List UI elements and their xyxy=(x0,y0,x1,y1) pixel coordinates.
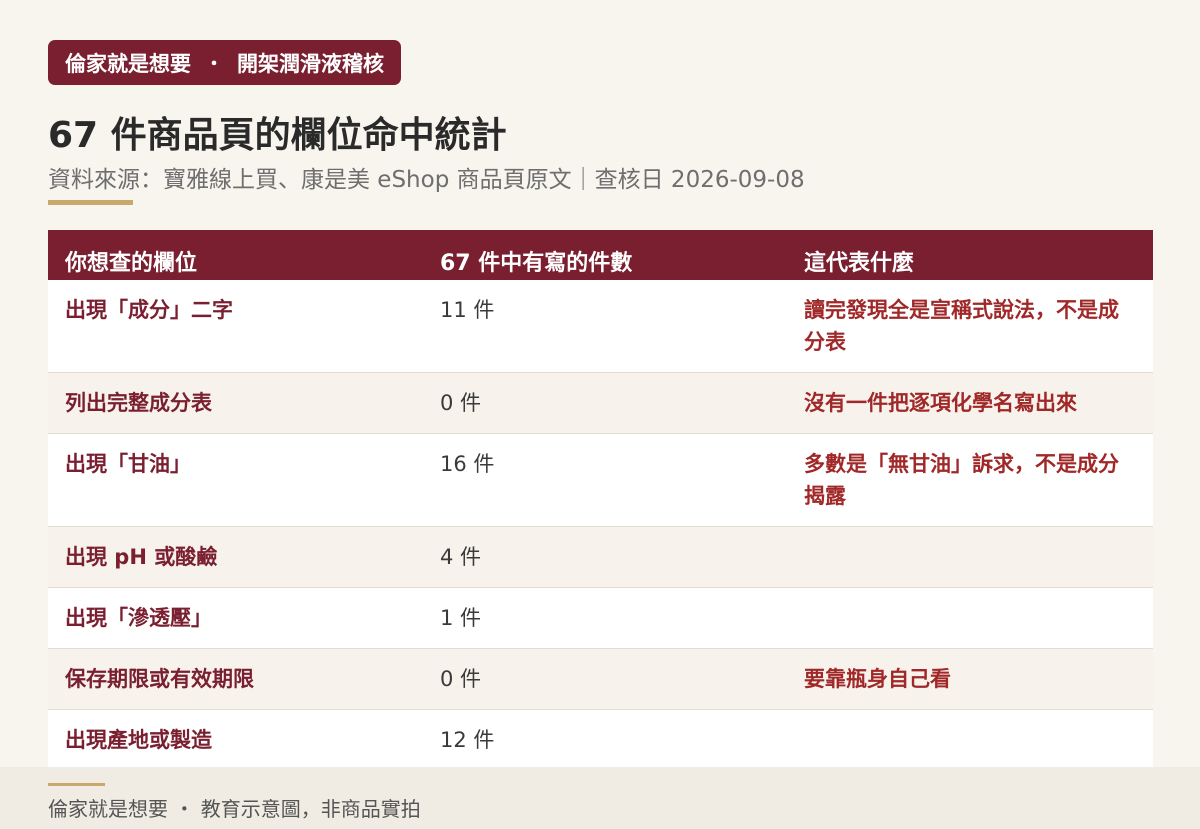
row-note: 讀完發現全是宣稱式說法，不是成分表 xyxy=(787,280,1153,373)
header-count: 67 件中有寫的件數 xyxy=(423,230,787,280)
row-field: 出現「滲透壓」 xyxy=(48,587,423,649)
row-field: 出現「成分」二字 xyxy=(48,280,423,373)
badge-topic: 開架潤滑液稽核 xyxy=(237,51,384,76)
row-field: 保存期限或有效期限 xyxy=(48,648,423,710)
page-subtitle: 資料來源：寶雅線上買、康是美 eShop 商品頁原文｜查核日 2026-09-0… xyxy=(48,167,805,193)
badge-brand: 倫家就是想要 xyxy=(65,51,191,76)
table-row: 保存期限或有效期限 0 件 要靠瓶身自己看 xyxy=(48,648,1153,710)
table-row: 出現產地或製造 12 件 xyxy=(48,709,1153,770)
row-note: 多數是「無甘油」訴求，不是成分揭露 xyxy=(787,433,1153,527)
row-count: 16 件 xyxy=(423,433,787,527)
row-note: 要靠瓶身自己看 xyxy=(787,648,1153,710)
row-note xyxy=(787,526,1153,588)
row-field: 出現產地或製造 xyxy=(48,709,423,770)
row-field: 出現 pH 或酸鹼 xyxy=(48,526,423,588)
table-header-row: 你想查的欄位 67 件中有寫的件數 這代表什麼 xyxy=(48,230,1153,280)
row-note xyxy=(787,587,1153,649)
row-count: 11 件 xyxy=(423,280,787,373)
stats-table-container: 你想查的欄位 67 件中有寫的件數 這代表什麼 出現「成分」二字 11 件 讀完… xyxy=(48,230,1153,774)
row-count: 12 件 xyxy=(423,709,787,770)
page-title: 67 件商品頁的欄位命中統計 xyxy=(48,115,507,156)
row-field: 列出完整成分表 xyxy=(48,372,423,434)
header-meaning: 這代表什麼 xyxy=(787,230,1153,280)
row-count: 1 件 xyxy=(423,587,787,649)
footer-accent-line xyxy=(48,783,105,786)
brand-badge: 倫家就是想要 ・ 開架潤滑液稽核 xyxy=(48,40,401,85)
stats-table: 你想查的欄位 67 件中有寫的件數 這代表什麼 出現「成分」二字 11 件 讀完… xyxy=(48,230,1153,770)
table-row: 出現「成分」二字 11 件 讀完發現全是宣稱式說法，不是成分表 xyxy=(48,280,1153,373)
table-row: 出現「滲透壓」 1 件 xyxy=(48,587,1153,649)
row-count: 0 件 xyxy=(423,648,787,710)
row-note: 沒有一件把逐項化學名寫出來 xyxy=(787,372,1153,434)
table-row: 出現 pH 或酸鹼 4 件 xyxy=(48,526,1153,588)
header-field: 你想查的欄位 xyxy=(48,230,423,280)
footer-caption: 倫家就是想要 ・ 教育示意圖，非商品實拍 xyxy=(48,797,421,821)
table-row: 列出完整成分表 0 件 沒有一件把逐項化學名寫出來 xyxy=(48,372,1153,434)
row-field: 出現「甘油」 xyxy=(48,433,423,527)
badge-separator: ・ xyxy=(205,53,223,75)
table-row: 出現「甘油」 16 件 多數是「無甘油」訴求，不是成分揭露 xyxy=(48,433,1153,527)
title-accent-bar xyxy=(48,200,133,205)
row-count: 4 件 xyxy=(423,526,787,588)
row-note xyxy=(787,709,1153,770)
row-count: 0 件 xyxy=(423,372,787,434)
